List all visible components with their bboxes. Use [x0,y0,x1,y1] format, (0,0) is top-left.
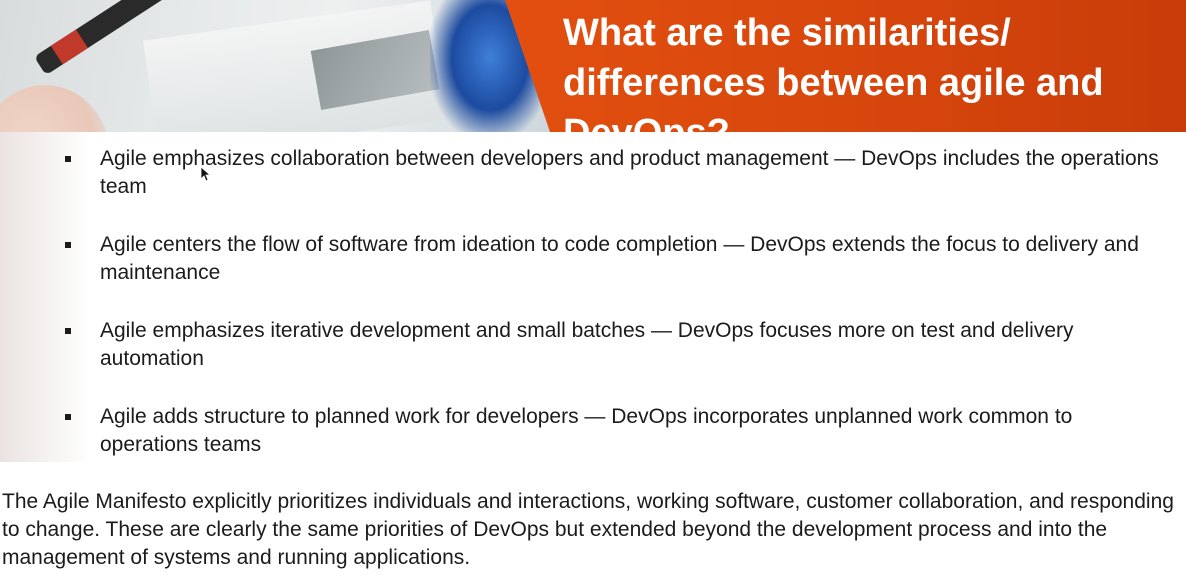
square-bullet-icon [65,328,71,334]
mouse-cursor-icon [200,166,210,182]
title-banner: What are the similarities/ differences b… [505,0,1186,132]
hand-image [0,85,110,132]
summary-paragraph: The Agile Manifesto explicitly prioritiz… [2,490,1174,569]
list-item: Agile emphasizes collaboration between d… [0,145,1186,231]
bullet-list: Agile emphasizes collaboration between d… [0,145,1186,489]
square-bullet-icon [65,242,71,248]
list-item: Agile adds structure to planned work for… [0,403,1186,489]
bullet-text: Agile adds structure to planned work for… [100,405,1073,456]
bullet-text: Agile emphasizes iterative development a… [100,319,1074,370]
slide-title: What are the similarities/ differences b… [563,12,1104,132]
bullet-text: Agile centers the flow of software from … [100,233,1139,284]
list-item: Agile centers the flow of software from … [0,231,1186,317]
header-photo [0,0,600,132]
list-item: Agile emphasizes iterative development a… [0,317,1186,403]
square-bullet-icon [65,156,71,162]
square-bullet-icon [65,414,71,420]
bullet-text: Agile emphasizes collaboration between d… [100,147,1159,198]
